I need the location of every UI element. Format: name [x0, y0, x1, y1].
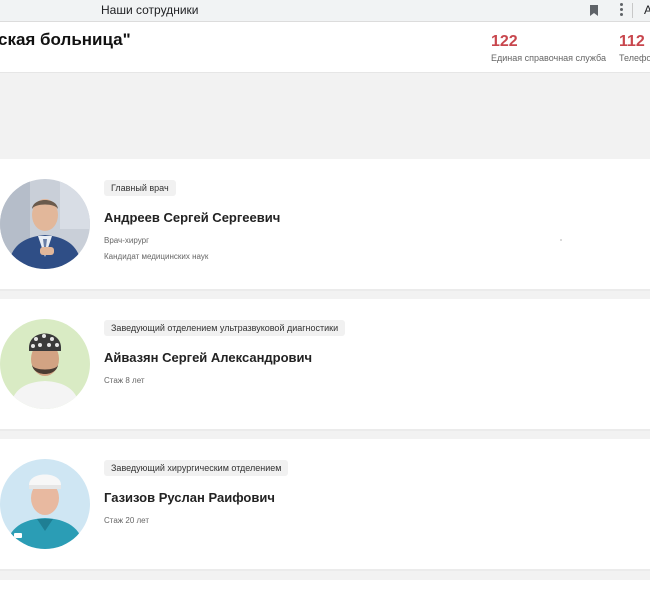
position-badge: Заведующий отделением ультразвуковой диа…	[104, 320, 346, 336]
staff-experience: Стаж 20 лет	[104, 516, 150, 525]
toolbar-edge-text: А	[644, 3, 650, 17]
staff-card	[0, 580, 650, 594]
staff-degree: Кандидат медицинских наук	[104, 252, 209, 261]
staff-name[interactable]: Андреев Сергей Сергеевич	[104, 210, 280, 225]
position-badge: Главный врач	[104, 180, 176, 196]
site-title[interactable]: ская больница"	[0, 30, 131, 50]
staff-photo[interactable]	[0, 459, 90, 549]
contact-label: Телефон	[619, 53, 650, 63]
staff-card[interactable]: Заведующий отделением ультразвуковой диа…	[0, 299, 650, 431]
site-header: ская больница" 122 Единая справочная слу…	[0, 22, 650, 73]
browser-toolbar: Наши сотрудники А	[0, 0, 650, 22]
decorative-dot	[560, 239, 562, 241]
staff-photo[interactable]	[0, 179, 90, 269]
contact-phone[interactable]: 112 Телефон	[619, 33, 650, 63]
staff-card[interactable]: Заведующий хирургическим отделением Гази…	[0, 439, 650, 571]
staff-name[interactable]: Газизов Руслан Раифович	[104, 490, 275, 505]
staff-specialty: Врач-хирург	[104, 236, 149, 245]
tab-title[interactable]: Наши сотрудники	[101, 3, 198, 17]
contact-number[interactable]: 122	[491, 33, 606, 51]
contact-helpdesk[interactable]: 122 Единая справочная служба	[491, 33, 606, 63]
contact-label: Единая справочная служба	[491, 53, 606, 63]
staff-photo[interactable]	[0, 319, 90, 409]
staff-experience: Стаж 8 лет	[104, 376, 145, 385]
more-options-icon[interactable]	[617, 3, 625, 17]
position-badge: Заведующий хирургическим отделением	[104, 460, 289, 476]
contact-number[interactable]: 112	[619, 33, 650, 51]
toolbar-divider	[632, 3, 633, 18]
staff-name[interactable]: Айвазян Сергей Александрович	[104, 350, 312, 365]
bookmark-icon[interactable]	[588, 4, 600, 17]
staff-card[interactable]: Главный врач Андреев Сергей Сергеевич Вр…	[0, 159, 650, 291]
